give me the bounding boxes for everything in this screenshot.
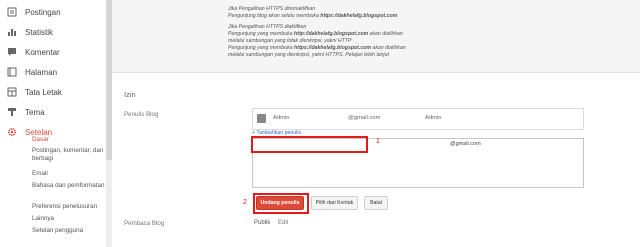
https-on-line-3: Pengunjung yang membuka https://dakhelaf… <box>228 45 406 51</box>
sidebar: Postingan Statistik Komentar Halaman Tat… <box>0 0 112 247</box>
sidebar-item-tema[interactable]: Tema <box>0 102 104 122</box>
invite-authors-button[interactable]: Undang penulis <box>256 196 304 210</box>
author-email: @gmail.com <box>348 115 381 121</box>
settings-gear-icon <box>7 127 17 137</box>
submenu-preferensi-penelusuran[interactable]: Preferensi penelusuran <box>32 203 106 211</box>
https-off-title: Jika Pengalihan HTTPS dinonaktifkan <box>228 6 316 12</box>
comments-icon <box>8 48 16 56</box>
sidebar-item-halaman[interactable]: Halaman <box>0 62 104 82</box>
readers-value: Publik <box>254 220 271 226</box>
permissions-section-title: Izin <box>124 90 136 99</box>
layout-icon <box>7 87 17 97</box>
sidebar-item-label: Komentar <box>25 47 60 57</box>
sidebar-item-label: Postingan <box>25 7 61 17</box>
annotation-number-2: 2 <box>243 199 247 206</box>
sidebar-item-postingan[interactable]: Postingan <box>0 2 104 22</box>
https-off-line: Pengunjung blog akan selalu membuka http… <box>228 13 398 19</box>
readers-edit-link[interactable]: Edit <box>278 220 288 226</box>
submenu-lainnya[interactable]: Lainnya <box>32 215 106 223</box>
https-on-line-2: melalui sambungan yang tidak dienkripsi,… <box>228 38 352 44</box>
pages-icon <box>7 67 17 77</box>
authors-table: Admin @gmail.com Admin <box>252 108 584 130</box>
submenu-setelan-pengguna[interactable]: Setelan pengguna <box>32 227 106 235</box>
submenu-dasar[interactable]: Dasar <box>32 136 106 144</box>
https-on-line-1: Pengunjung yang membuka http://dakhelafg… <box>228 31 403 37</box>
sidebar-item-statistik[interactable]: Statistik <box>0 22 104 42</box>
submenu-email[interactable]: Email <box>32 170 106 178</box>
https-on-line-4: melalui sambungan yang dienkripsi, yakni… <box>228 52 389 58</box>
sidebar-item-label: Tata Letak <box>25 87 62 97</box>
sidebar-item-label: Tema <box>25 107 45 117</box>
annotation-highlight-email <box>251 136 368 153</box>
sidebar-item-label: Halaman <box>25 67 58 77</box>
avatar <box>257 114 266 123</box>
annotation-number-1: 1 <box>376 138 380 145</box>
sidebar-item-tata-letak[interactable]: Tata Letak <box>0 82 104 102</box>
sidebar-item-komentar[interactable]: Komentar <box>0 42 104 62</box>
sidebar-item-label: Statistik <box>25 27 54 37</box>
https-section: Jika Pengalihan HTTPS dinonaktifkan Peng… <box>112 0 640 73</box>
invite-email-value: @gmail.com <box>450 141 481 147</box>
theme-icon <box>8 108 16 116</box>
choose-from-contacts-button[interactable]: Pilih dari Kontak <box>311 196 358 210</box>
stats-icon <box>8 29 16 36</box>
authors-label: Penulis Blog <box>124 111 159 118</box>
author-role: Admin <box>425 115 442 121</box>
submenu-bahasa[interactable]: Bahasa dan pemformatan <box>32 182 106 190</box>
settings-content: Jika Pengalihan HTTPS dinonaktifkan Peng… <box>112 0 640 247</box>
readers-label: Pembaca Blog <box>124 220 165 227</box>
cancel-button[interactable]: Batal <box>364 196 388 210</box>
posts-icon <box>7 7 17 17</box>
https-on-title: Jika Pengalihan HTTPS diaktifkan <box>228 24 307 30</box>
author-name: Admin <box>273 115 290 121</box>
submenu-postingan-komentar[interactable]: Postingan, komentar, dan berbagi <box>32 147 106 163</box>
